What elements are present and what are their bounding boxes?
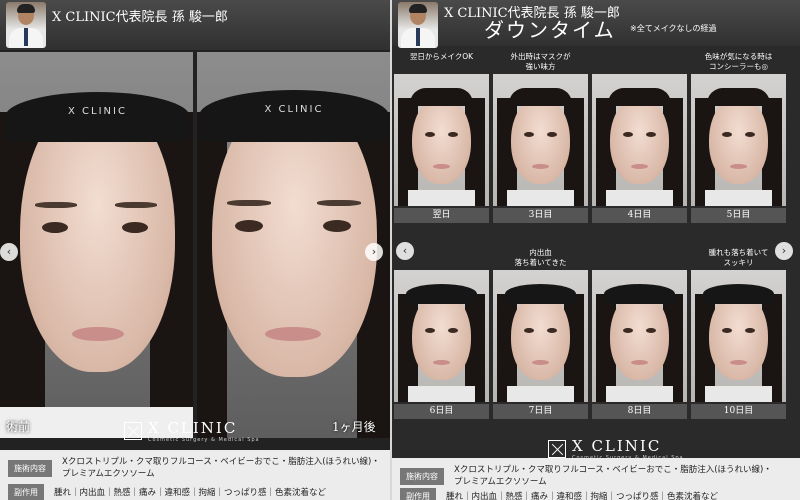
day-label: 5日目 (691, 208, 786, 223)
day-label: 翌日 (394, 208, 489, 223)
day-label: 7日目 (493, 404, 588, 419)
day-note (592, 52, 687, 62)
day-note: 内出血 落ち着いてきた (514, 248, 567, 267)
day-label: 4日目 (592, 208, 687, 223)
day-photo (493, 270, 588, 402)
clinic-header: X CLINIC代表院長 孫 駿一郎 (0, 0, 390, 50)
treatment-text: Xクロストリプル・クマ取りフルコース・ベイビーおでこ・脂肪注入(ほうれい線)・ (454, 465, 772, 475)
day-photo (394, 74, 489, 206)
day-photo (592, 270, 687, 402)
after-photo: X CLINIC 1ヶ月後 (197, 52, 390, 438)
downtime-note: ※全てメイクなしの経過 (630, 24, 717, 33)
downtime-title: ダウンタイム (484, 18, 616, 42)
day-note: 翌日からメイクOK (409, 52, 474, 61)
day-photo (394, 270, 489, 402)
day-label: 8日目 (592, 404, 687, 419)
prev-slide-button[interactable]: ‹ (0, 243, 18, 261)
clinic-logo: X CLINIC Cosmetic Surgery & Medical Spa (124, 418, 260, 443)
treatment-text: プレミアムエクソソーム (62, 469, 155, 479)
day-label: 10日目 (691, 404, 786, 419)
before-after-panel: X CLINIC代表院長 孫 駿一郎 X CLINIC 術前 X CLINIC … (0, 0, 390, 500)
doctor-avatar (398, 2, 438, 48)
prev-slide-button[interactable]: ‹ (396, 242, 414, 260)
side-effect-text: 腫れ｜内出血｜熱感｜痛み｜違和感｜拘縮｜つっぱり感｜色素沈着など (446, 491, 719, 500)
day-note (592, 248, 687, 258)
headband: X CLINIC (5, 92, 190, 142)
treatment-info: 施術内容 Xクロストリプル・クマ取りフルコース・ベイビーおでこ・脂肪注入(ほうれ… (392, 458, 800, 500)
x-logo-icon (548, 439, 566, 458)
day-note: 腫れも落ち着いて スッキリ (708, 248, 769, 267)
treatment-tag: 施術内容 (400, 467, 444, 485)
next-slide-button[interactable]: › (775, 242, 793, 260)
day-label: 6日目 (394, 404, 489, 419)
day-note: 色味が気になる時は コンシーラーも◎ (704, 52, 773, 71)
next-slide-button[interactable]: › (365, 243, 383, 261)
before-label: 術前 (6, 420, 31, 434)
day-label: 3日目 (493, 208, 588, 223)
side-effect-tag: 副作用 (8, 484, 44, 500)
day-photo (592, 74, 687, 206)
before-photo: X CLINIC 術前 (0, 52, 193, 438)
header-title: X CLINIC代表院長 孫 駿一郎 (52, 10, 228, 25)
day-photo (493, 74, 588, 206)
treatment-tag: 施術内容 (8, 459, 52, 477)
downtime-panel: X CLINIC代表院長 孫 駿一郎 ダウンタイム ※全てメイクなしの経過 翌日… (392, 0, 800, 500)
after-label: 1ヶ月後 (332, 420, 376, 434)
x-logo-icon (124, 421, 142, 440)
headband: X CLINIC (199, 90, 389, 142)
side-effect-text: 腫れ｜内出血｜熱感｜痛み｜違和感｜拘縮｜つっぱり感｜色素沈着など (54, 487, 327, 498)
doctor-avatar (6, 2, 46, 48)
day-photo (691, 74, 786, 206)
treatment-text: Xクロストリプル・クマ取りフルコース・ベイビーおでこ・脂肪注入(ほうれい線)・ (62, 457, 380, 467)
treatment-text: プレミアムエクソソーム (454, 477, 547, 487)
day-photo (691, 270, 786, 402)
treatment-info: 施術内容 Xクロストリプル・クマ取りフルコース・ベイビーおでこ・脂肪注入(ほうれ… (0, 450, 390, 500)
side-effect-tag: 副作用 (400, 488, 436, 500)
day-note: 外出時はマスクが 強い味方 (510, 52, 571, 71)
